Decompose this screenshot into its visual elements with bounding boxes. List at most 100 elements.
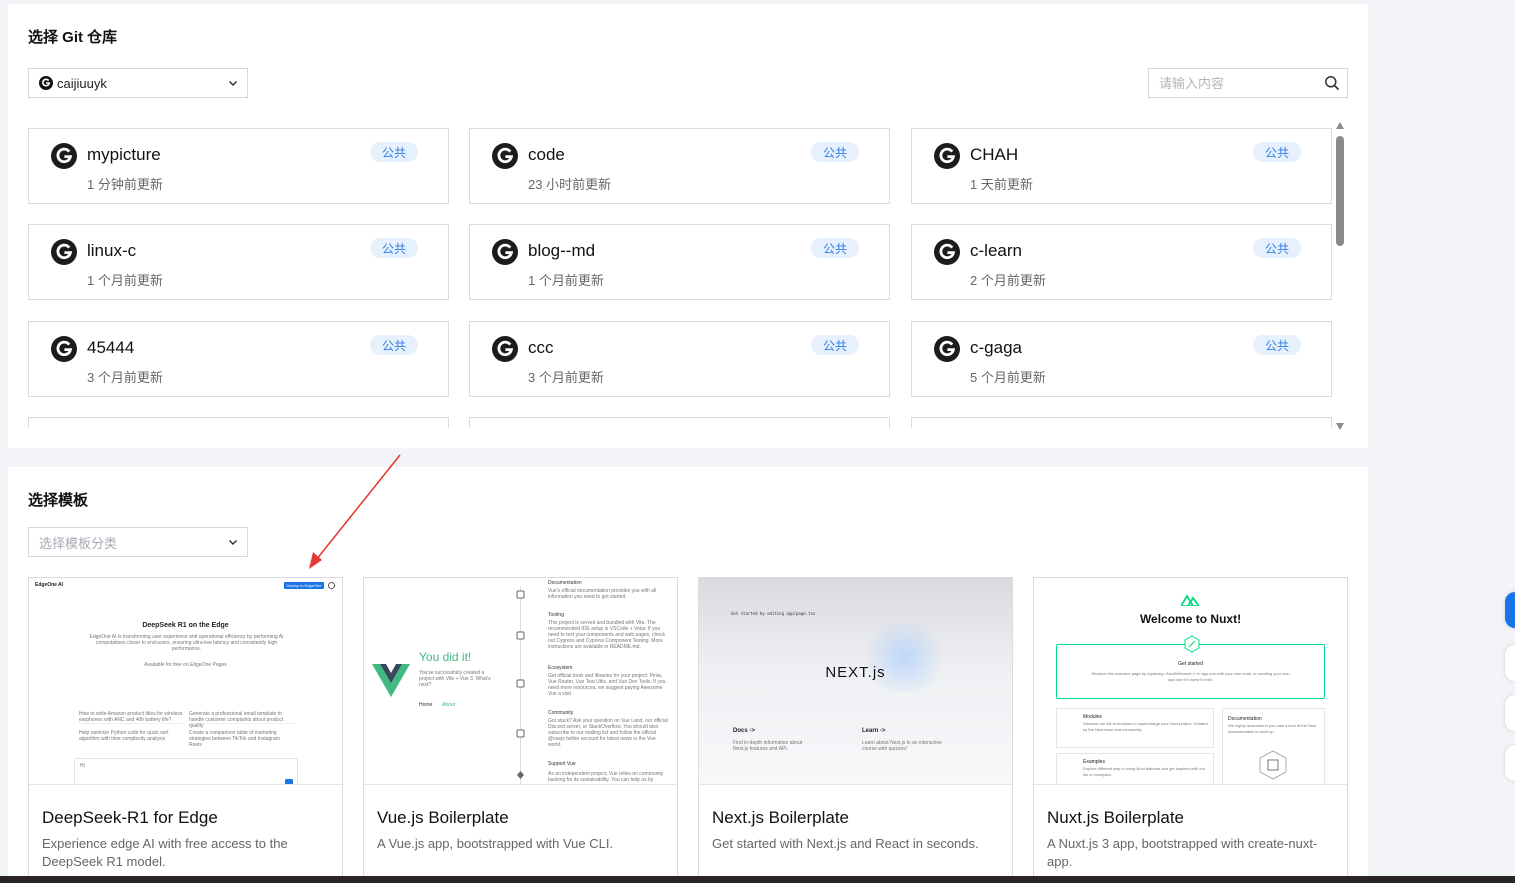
git-provider-icon	[492, 336, 518, 362]
repo-name: 45444	[87, 338, 135, 357]
floating-help-button[interactable]	[1505, 592, 1515, 628]
git-provider-icon	[51, 239, 77, 265]
repo-name: ccc	[528, 338, 554, 357]
preview-card-title: Examples	[1083, 759, 1105, 765]
preview-chat-input: Hi	[74, 758, 298, 784]
template-preview: Get started by editing app/page.tsx NEXT…	[699, 578, 1012, 785]
preview-card-text: We highly recommend you take a look at t…	[1228, 723, 1317, 734]
git-provider-icon	[934, 336, 960, 362]
git-provider-icon	[51, 143, 77, 169]
template-panel: 选择模板 选择模板分类 EdgeOne AI Deploy to EdgeOne…	[8, 467, 1368, 883]
repo-card[interactable]	[911, 417, 1332, 428]
preview-section-text: Got stuck? Ask your question on Vue Land…	[548, 718, 668, 748]
preview-section-title: Community	[548, 710, 574, 716]
repo-search-input[interactable]	[1159, 75, 1309, 91]
preview-card: Documentation We highly recommend you ta…	[1222, 708, 1325, 784]
repo-card[interactable]: 45444 3 个月前更新 公共	[28, 321, 449, 397]
preview-chat-input-text: Hi	[80, 763, 85, 769]
preview-card-text: Explore different way of using Nuxt feat…	[1083, 766, 1205, 777]
visibility-badge: 公共	[370, 335, 418, 355]
repo-scrollbar[interactable]	[1335, 122, 1345, 430]
visibility-badge: 公共	[370, 142, 418, 162]
preview-heading: DeepSeek R1 on the Edge	[142, 622, 229, 629]
scroll-down-arrow-icon[interactable]	[1336, 423, 1344, 430]
preview-prompt: Generate a professional email template t…	[189, 711, 294, 729]
template-category-select[interactable]: 选择模板分类	[28, 527, 248, 557]
repo-updated: 1 个月前更新	[528, 273, 604, 288]
preview-card-title: Documentation	[1228, 716, 1262, 722]
preview-section-text: This project is served and bundled with …	[548, 620, 666, 650]
repo-card[interactable]: mypicture 1 分钟前更新 公共	[28, 128, 449, 204]
template-description: A Nuxt.js 3 app, bootstrapped with creat…	[1047, 836, 1318, 869]
scrollbar-thumb[interactable]	[1336, 136, 1344, 246]
repo-name: c-learn	[970, 241, 1022, 260]
template-preview: You did it! You've successfully created …	[364, 578, 677, 785]
preview-headline: You did it!	[419, 650, 472, 664]
chevron-down-icon	[228, 539, 238, 546]
preview-section-title: Tooling	[548, 612, 564, 618]
owner-select[interactable]: caijiuuyk	[28, 68, 248, 98]
repo-card[interactable]: CHAH 1 天前更新 公共	[911, 128, 1332, 204]
git-section-title: 选择 Git 仓库	[28, 29, 118, 46]
nuxt-logo-icon	[1181, 594, 1199, 606]
repo-card[interactable]	[469, 417, 890, 428]
owner-select-value: caijiuuyk	[57, 75, 107, 91]
scroll-up-arrow-icon[interactable]	[1336, 122, 1344, 129]
repo-card[interactable]: c-learn 2 个月前更新 公共	[911, 224, 1332, 300]
preview-heading: Welcome to Nuxt!	[1139, 612, 1242, 626]
preview-get-started: Get started	[1178, 661, 1203, 667]
template-category-placeholder: 选择模板分类	[39, 535, 118, 551]
template-description: A Vue.js app, bootstrapped with Vue CLI.	[377, 836, 614, 851]
template-name: Nuxt.js Boilerplate	[1047, 808, 1185, 827]
preview-available: Available for free on EdgeOne Pages	[144, 662, 227, 668]
template-preview: EdgeOne AI Deploy to EdgeOne DeepSeek R1…	[29, 578, 342, 785]
repo-card[interactable]: code 23 小时前更新 公共	[469, 128, 890, 204]
visibility-badge: 公共	[370, 238, 418, 258]
template-name: DeepSeek-R1 for Edge	[42, 808, 218, 827]
visibility-badge: 公共	[1253, 238, 1301, 258]
template-card-deepseek[interactable]: EdgeOne AI Deploy to EdgeOne DeepSeek R1…	[28, 577, 343, 883]
floating-action-button[interactable]	[1505, 695, 1515, 731]
template-preview: Welcome to Nuxt! Get started Remove this…	[1034, 578, 1347, 785]
repo-search[interactable]	[1148, 68, 1348, 98]
floating-action-button[interactable]	[1505, 745, 1515, 781]
template-description: Get started with Next.js and React in se…	[712, 836, 979, 851]
repo-card[interactable]: linux-c 1 个月前更新 公共	[28, 224, 449, 300]
preview-deploy-button: Deploy to EdgeOne	[284, 582, 324, 589]
repo-updated: 1 分钟前更新	[87, 177, 163, 192]
repo-card[interactable]	[28, 417, 449, 428]
template-card-nextjs[interactable]: Get started by editing app/page.tsx NEXT…	[698, 577, 1013, 883]
repo-grid: mypicture 1 分钟前更新 公共 code 23 小时前更新 公共 CH…	[28, 128, 1332, 428]
template-card-vue[interactable]: You did it! You've successfully created …	[363, 577, 678, 883]
repo-name: blog--md	[528, 241, 596, 260]
visibility-badge: 公共	[1253, 142, 1301, 162]
repo-card[interactable]: c-gaga 5 个月前更新 公共	[911, 321, 1332, 397]
preview-link-title: Docs ->	[733, 728, 755, 734]
preview-link-text: Learn about Next.js in an interactive co…	[862, 740, 942, 752]
repo-updated: 5 个月前更新	[970, 370, 1046, 385]
visibility-badge: 公共	[811, 335, 859, 355]
search-icon[interactable]	[1324, 75, 1340, 91]
preview-section-title: Support Vue	[548, 761, 576, 767]
annotation-arrow-icon	[309, 454, 401, 569]
git-repo-panel: 选择 Git 仓库 caijiuuyk mypicture 1 分钟前更新 公共…	[8, 4, 1368, 448]
preview-glow	[859, 623, 949, 693]
preview-subline: You've successfully created a project wi…	[419, 670, 491, 688]
repo-name: code	[528, 145, 565, 164]
floating-action-button[interactable]	[1505, 645, 1515, 681]
repo-updated: 1 个月前更新	[87, 273, 163, 288]
preview-section-title: Documentation	[548, 580, 582, 586]
preview-get-started-text: Remove this welcome page by replacing <N…	[1091, 671, 1290, 682]
repo-card[interactable]: blog--md 1 个月前更新 公共	[469, 224, 890, 300]
git-provider-icon	[934, 143, 960, 169]
template-name: Next.js Boilerplate	[712, 808, 850, 827]
preview-get-started-box: Get started Remove this welcome page by …	[1056, 635, 1325, 699]
preview-nav-about: About	[442, 702, 456, 708]
repo-updated: 2 个月前更新	[970, 273, 1046, 288]
template-card-nuxtjs[interactable]: Welcome to Nuxt! Get started Remove this…	[1033, 577, 1348, 883]
repo-name: CHAH	[970, 145, 1019, 164]
repo-name: c-gaga	[970, 338, 1022, 357]
repo-updated: 3 个月前更新	[528, 370, 604, 385]
repo-card[interactable]: ccc 3 个月前更新 公共	[469, 321, 890, 397]
send-icon	[285, 779, 293, 784]
